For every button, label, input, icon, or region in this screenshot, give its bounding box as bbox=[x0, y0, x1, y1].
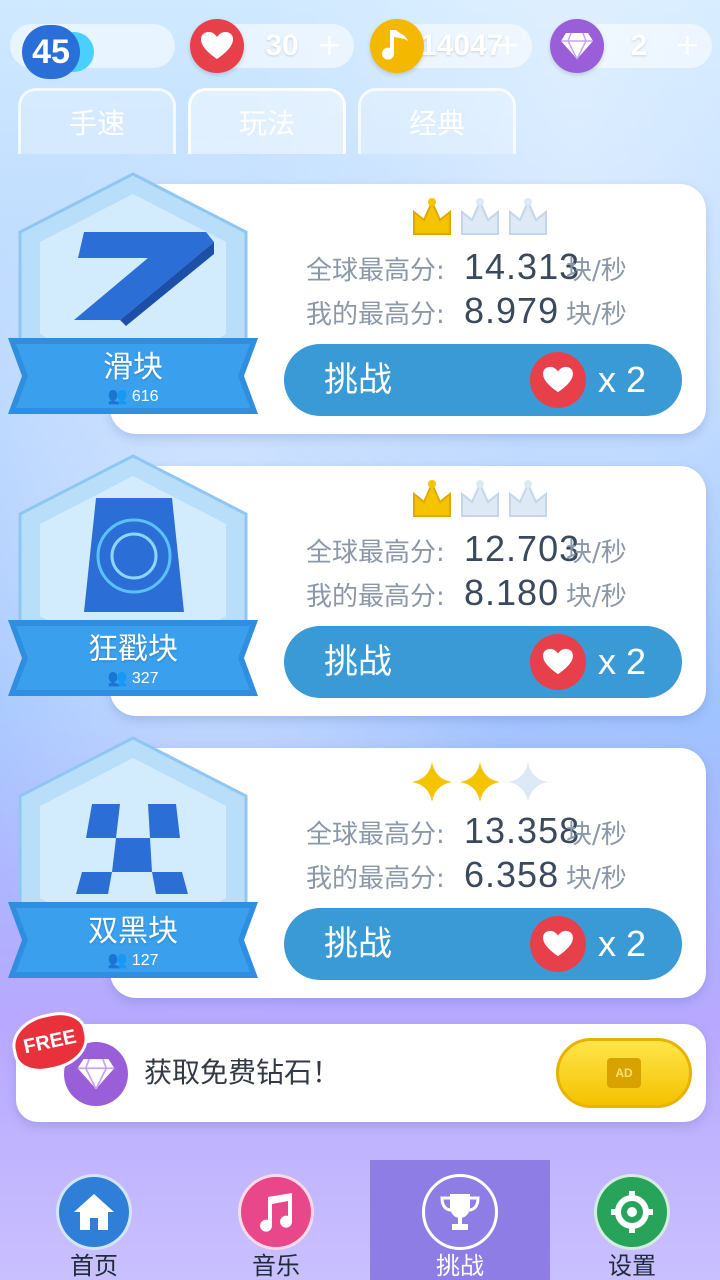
free-diamonds-text: 获取免费钻石！ bbox=[144, 1056, 341, 1089]
players-icon: 👥 bbox=[107, 952, 128, 969]
tab-classic[interactable]: 经典 bbox=[358, 88, 516, 154]
crown-rating bbox=[410, 196, 560, 240]
heart-icon bbox=[530, 634, 586, 690]
trophy-icon bbox=[422, 1174, 498, 1250]
crown-icon-empty bbox=[509, 480, 547, 517]
global-best-label: 全球最高分: bbox=[306, 820, 445, 850]
mode-title: 双黑块 bbox=[88, 914, 178, 949]
mode-badge-tapper[interactable]: 狂戳块 👥 327 bbox=[8, 452, 258, 712]
mode-badge-slider[interactable]: 滑块 👥 616 bbox=[8, 170, 258, 430]
challenge-cost: x 2 bbox=[598, 359, 647, 400]
top-bar: 45 30 + 14047 + 2 + bbox=[0, 18, 720, 79]
my-best-row: 我的最高分: 6.358 块/秒 bbox=[306, 854, 627, 895]
challenge-button[interactable]: 挑战 x 2 bbox=[284, 626, 682, 698]
my-best-unit: 块/秒 bbox=[566, 582, 627, 612]
player-count: 👥 327 bbox=[107, 670, 159, 687]
notes-count: 14047 bbox=[420, 29, 504, 62]
heart-icon bbox=[530, 352, 586, 408]
crown-icon-empty bbox=[461, 198, 499, 235]
mode-tabs: 手速 玩法 经典 bbox=[0, 88, 720, 154]
challenge-label: 挑战 bbox=[324, 360, 392, 400]
global-best-label: 全球最高分: bbox=[306, 256, 445, 286]
music-icon bbox=[238, 1174, 314, 1250]
global-best-unit: 块/秒 bbox=[566, 820, 627, 850]
global-best-row: 全球最高分: 14.313块/秒 bbox=[306, 246, 627, 287]
heart-icon bbox=[190, 19, 244, 73]
star-icon-filled bbox=[460, 762, 500, 802]
global-best-unit: 块/秒 bbox=[566, 538, 627, 568]
watch-ad-button[interactable]: AD bbox=[556, 1038, 692, 1108]
crown-rating bbox=[410, 478, 560, 522]
mode-title: 滑块 bbox=[103, 350, 163, 385]
ad-video-icon: AD bbox=[607, 1058, 641, 1088]
crown-icon-filled bbox=[413, 198, 451, 235]
home-icon bbox=[56, 1174, 132, 1250]
crown-icon-empty bbox=[509, 198, 547, 235]
crown-icon-empty bbox=[461, 480, 499, 517]
challenge-label: 挑战 bbox=[324, 642, 392, 682]
music-note-icon bbox=[370, 19, 424, 73]
my-best-row: 我的最高分: 8.180 块/秒 bbox=[306, 572, 627, 613]
my-best-value: 6.358 bbox=[464, 854, 560, 895]
gear-icon bbox=[594, 1174, 670, 1250]
challenge-button[interactable]: 挑战 x 2 bbox=[284, 908, 682, 980]
player-count: 👥 127 bbox=[107, 952, 159, 969]
star-icon-filled bbox=[412, 762, 452, 802]
my-best-row: 我的最高分: 8.979 块/秒 bbox=[306, 290, 627, 331]
my-best-label: 我的最高分: bbox=[306, 300, 445, 330]
bottom-navigation: 首页 音乐 挑战 设置 bbox=[0, 1160, 720, 1280]
nav-settings[interactable]: 设置 bbox=[542, 1160, 720, 1280]
star-icon-empty bbox=[508, 762, 548, 802]
nav-settings-label: 设置 bbox=[608, 1252, 656, 1280]
add-lives-button[interactable]: + bbox=[317, 24, 342, 68]
challenge-label: 挑战 bbox=[324, 924, 392, 964]
challenge-cost: x 2 bbox=[598, 641, 647, 682]
global-best-value: 14.313 bbox=[464, 246, 581, 287]
challenge-cost: x 2 bbox=[598, 923, 647, 964]
global-best-row: 全球最高分: 12.703块/秒 bbox=[306, 528, 627, 569]
mode-title: 狂戳块 bbox=[88, 632, 178, 667]
my-best-unit: 块/秒 bbox=[566, 300, 627, 330]
tab-gameplay[interactable]: 玩法 bbox=[188, 88, 346, 154]
add-notes-button[interactable]: + bbox=[495, 24, 520, 68]
nav-home[interactable]: 首页 bbox=[4, 1160, 184, 1280]
my-best-label: 我的最高分: bbox=[306, 582, 445, 612]
players-icon: 👥 bbox=[107, 388, 128, 405]
nav-challenge-label: 挑战 bbox=[436, 1252, 484, 1280]
challenge-button[interactable]: 挑战 x 2 bbox=[284, 344, 682, 416]
global-best-unit: 块/秒 bbox=[566, 256, 627, 286]
level-badge: 45 bbox=[22, 25, 80, 79]
nav-music-label: 音乐 bbox=[252, 1252, 300, 1280]
nav-home-label: 首页 bbox=[70, 1252, 118, 1280]
my-best-value: 8.180 bbox=[464, 572, 560, 613]
mode-badge-double-black[interactable]: 双黑块 👥 127 bbox=[8, 734, 258, 994]
diamond-icon bbox=[550, 19, 604, 73]
nav-music[interactable]: 音乐 bbox=[186, 1160, 366, 1280]
my-best-label: 我的最高分: bbox=[306, 864, 445, 894]
global-best-value: 12.703 bbox=[464, 528, 581, 569]
global-best-row: 全球最高分: 13.358块/秒 bbox=[306, 810, 627, 851]
level-pill[interactable]: 45 bbox=[10, 24, 175, 79]
heart-icon bbox=[530, 916, 586, 972]
crown-icon-filled bbox=[413, 480, 451, 517]
diamonds-count: 2 bbox=[630, 29, 648, 62]
nav-challenge[interactable]: 挑战 bbox=[370, 1160, 550, 1280]
players-icon: 👥 bbox=[107, 670, 128, 687]
global-best-label: 全球最高分: bbox=[306, 538, 445, 568]
star-rating bbox=[410, 760, 560, 804]
my-best-value: 8.979 bbox=[464, 290, 560, 331]
player-count: 👥 616 bbox=[107, 388, 159, 405]
lives-count: 30 bbox=[265, 29, 299, 62]
add-diamonds-button[interactable]: + bbox=[675, 24, 700, 68]
global-best-value: 13.358 bbox=[464, 810, 581, 851]
free-diamonds-banner[interactable]: FREE 获取免费钻石！ AD bbox=[7, 1006, 706, 1122]
my-best-unit: 块/秒 bbox=[566, 864, 627, 894]
tab-speed[interactable]: 手速 bbox=[18, 88, 176, 154]
